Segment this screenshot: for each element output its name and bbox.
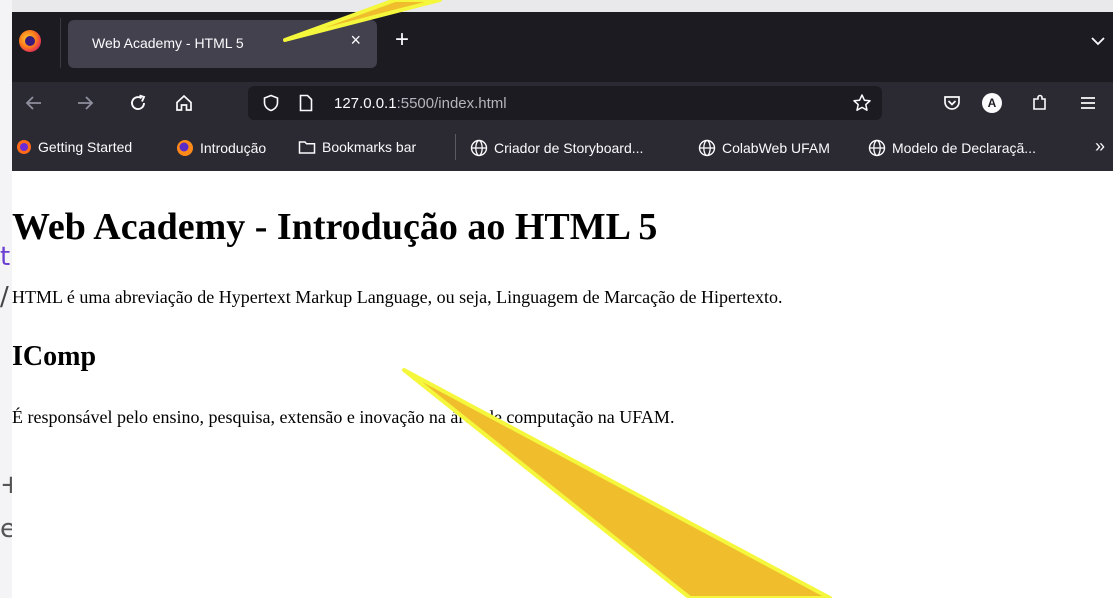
extensions-button[interactable] — [1026, 89, 1054, 117]
puzzle-icon — [1033, 94, 1046, 110]
navigation-toolbar: 127.0.0.1:5500/index.html A — [12, 82, 1113, 124]
globe-icon — [868, 139, 886, 157]
background-text-fragment: / — [0, 282, 9, 312]
bookmark-colabweb-ufam[interactable]: ColabWeb UFAM — [698, 139, 830, 157]
reload-button[interactable] — [124, 89, 152, 117]
bookmarks-toolbar: Getting Started Introdução Bookmarks bar… — [12, 124, 1113, 171]
intro-paragraph: HTML é uma abreviação de Hypertext Marku… — [12, 287, 783, 307]
close-tab-icon[interactable]: × — [350, 31, 361, 49]
back-button[interactable] — [20, 89, 48, 117]
pocket-icon — [944, 96, 960, 110]
account-button[interactable]: A — [978, 89, 1006, 117]
icomp-paragraph: É responsável pelo ensino, pesquisa, ext… — [12, 407, 675, 427]
star-bookmark-icon[interactable] — [852, 93, 872, 113]
globe-icon — [698, 139, 716, 157]
pocket-button[interactable] — [938, 89, 966, 117]
background-text-fragment: t — [0, 242, 11, 272]
firefox-icon[interactable] — [19, 30, 41, 52]
page-icon[interactable] — [298, 94, 314, 112]
folder-icon — [298, 141, 316, 154]
bookmark-getting-started[interactable]: Getting Started — [16, 139, 132, 155]
home-button[interactable] — [170, 89, 198, 117]
bookmark-folder-bookmarks-bar[interactable]: Bookmarks bar — [298, 139, 416, 155]
menu-button[interactable] — [1074, 89, 1102, 117]
bookmark-label: Introdução — [200, 140, 267, 156]
firefox-getting-started-icon — [17, 140, 31, 154]
firefox-icon — [177, 140, 193, 156]
url-text[interactable]: 127.0.0.1:5500/index.html — [334, 95, 507, 112]
new-tab-button[interactable]: + — [395, 28, 409, 52]
bookmark-label: ColabWeb UFAM — [722, 140, 830, 156]
forward-button[interactable] — [71, 89, 99, 117]
tab-bar: Web Academy - HTML 5 × + — [12, 0, 1113, 82]
arrow-left-icon — [25, 96, 41, 110]
hamburger-menu-icon — [1081, 97, 1095, 109]
window-top-edge — [12, 0, 1113, 12]
avatar-initial: A — [987, 96, 997, 110]
avatar: A — [982, 93, 1002, 113]
bookmarks-separator — [455, 134, 456, 160]
bookmark-introducao[interactable]: Introdução — [176, 139, 266, 157]
home-icon — [176, 94, 192, 111]
bookmark-label: Getting Started — [38, 139, 133, 155]
url-path: :5500/index.html — [396, 95, 507, 112]
url-host: 127.0.0.1 — [334, 95, 397, 112]
bookmark-label: Criador de Storyboard... — [494, 140, 644, 156]
tab-title: Web Academy - HTML 5 — [92, 35, 244, 51]
browser-window: Web Academy - HTML 5 × + 127.0.0.1:5500/… — [12, 0, 1113, 598]
address-bar[interactable]: 127.0.0.1:5500/index.html — [248, 86, 882, 120]
bookmark-label: Bookmarks bar — [322, 139, 417, 155]
bookmark-criador-storyboard[interactable]: Criador de Storyboard... — [470, 139, 643, 157]
arrow-right-icon — [78, 96, 94, 110]
shield-icon[interactable] — [262, 94, 280, 112]
section-heading: IComp — [12, 341, 97, 372]
bookmarks-overflow-button[interactable]: » — [1095, 136, 1105, 157]
page-content: Web Academy - Introdução ao HTML 5 HTML … — [12, 171, 1113, 598]
tab-web-academy[interactable]: Web Academy - HTML 5 × — [68, 20, 377, 68]
reload-icon — [131, 94, 146, 110]
chevron-down-icon[interactable] — [1089, 32, 1107, 50]
tab-separator — [60, 18, 61, 68]
bookmark-modelo-declaracao[interactable]: Modelo de Declaraçã... — [868, 139, 1036, 157]
page-heading: Web Academy - Introdução ao HTML 5 — [12, 206, 658, 248]
bookmark-label: Modelo de Declaraçã... — [892, 140, 1036, 156]
globe-icon — [470, 139, 488, 157]
